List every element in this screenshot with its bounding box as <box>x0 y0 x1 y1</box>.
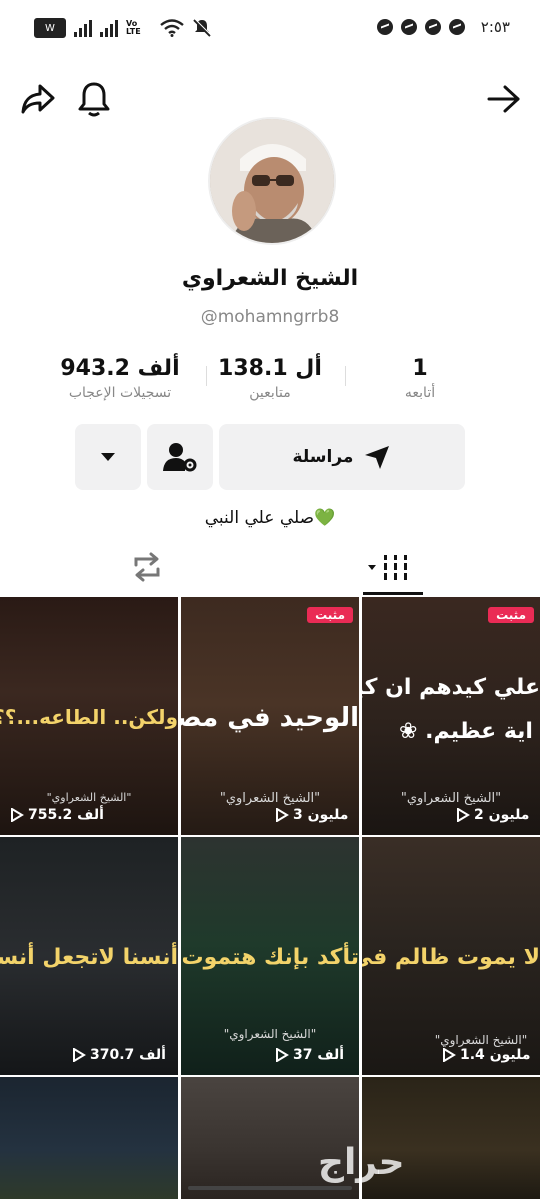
followers-count: 138.1 أل <box>218 356 322 381</box>
play-icon <box>457 808 470 822</box>
video-views: 755.2 ألف <box>10 807 104 823</box>
videos-tab[interactable] <box>366 553 412 583</box>
video-source-text: "الشيخ الشعراوي" <box>400 791 502 806</box>
username: @mohamngrrb8 <box>200 307 340 327</box>
video-overlay-text: أنسنا لاتجعل أنسنا إلا <box>0 945 178 970</box>
likes-stat[interactable]: 943.2 ألف تسجيلات الإعجاب <box>40 356 200 401</box>
video-views: 1.4 مليون <box>442 1047 531 1063</box>
video-thumbnail[interactable]: ولكن.. الطاعه...؟؟ "الشيخ الشعراوي" 755.… <box>0 597 178 835</box>
following-stat[interactable]: 1 أتابعه <box>380 356 460 401</box>
messenger-icon <box>400 19 417 35</box>
status-right-icons: ٢:٥٣ <box>376 18 510 36</box>
views-count: 3 مليون <box>293 807 349 823</box>
play-icon <box>11 808 24 822</box>
following-label: أتابعه <box>404 385 436 401</box>
video-views: 370.7 ألف <box>72 1047 166 1063</box>
views-count: 37 ألف <box>293 1047 345 1063</box>
video-thumbnail[interactable]: تأكد بإنك هتموت "الشيخ الشعراوي" 37 ألف <box>181 837 359 1075</box>
views-count: 2 مليون <box>474 807 530 823</box>
messenger-icon <box>448 19 465 35</box>
send-icon <box>365 446 390 469</box>
likes-count: 943.2 ألف <box>60 356 180 381</box>
stat-divider <box>345 366 346 386</box>
video-overlay-text: علي كيدهم ان كيـ <box>362 675 540 700</box>
views-count: 755.2 ألف <box>28 807 104 823</box>
network-type: Vo LTE <box>126 19 141 36</box>
views-count: 370.7 ألف <box>90 1047 166 1063</box>
signal-icon <box>100 19 118 37</box>
bell-icon[interactable] <box>77 80 111 118</box>
messenger-icon <box>424 19 441 35</box>
video-overlay-text: لا يموت ظالم في الد <box>362 945 540 970</box>
back-arrow-icon[interactable] <box>486 84 522 114</box>
followers-label: متابعين <box>249 385 291 401</box>
video-overlay-text: تأكد بإنك هتموت <box>181 945 360 970</box>
video-thumbnail[interactable]: أنسنا لاتجعل أنسنا إلا 370.7 ألف <box>0 837 178 1075</box>
video-overlay-text: الوحيد في مصر <box>181 703 359 733</box>
video-overlay-text-line2: اية عظيم. ❀ <box>399 719 533 744</box>
carrier-badge: W <box>34 18 66 38</box>
pinned-badge: مثبت <box>488 607 534 623</box>
share-icon[interactable] <box>20 82 56 116</box>
video-overlay-text: ولكن.. الطاعه...؟؟ <box>0 705 178 729</box>
message-button-label: مراسلة <box>292 447 354 467</box>
active-tab-indicator <box>363 592 423 595</box>
views-count: 1.4 مليون <box>460 1047 531 1063</box>
video-views: 2 مليون <box>456 807 529 823</box>
video-thumbnail[interactable] <box>0 1077 178 1199</box>
display-name: الشيخ الشعراوي <box>181 266 359 291</box>
signal-icon <box>74 19 92 37</box>
repost-tab[interactable] <box>130 551 164 583</box>
video-views: 3 مليون <box>275 807 348 823</box>
home-indicator[interactable] <box>188 1186 352 1190</box>
wifi-icon <box>160 19 184 37</box>
messenger-icon <box>376 19 393 35</box>
following-count: 1 <box>412 356 428 381</box>
likes-label: تسجيلات الإعجاب <box>68 385 172 401</box>
pinned-badge: مثبت <box>307 607 353 623</box>
user-settings-icon <box>163 443 197 472</box>
avatar-image <box>210 119 334 243</box>
video-source-text: "الشيخ الشعراوي" <box>223 1027 317 1041</box>
more-dropdown-button[interactable] <box>75 424 141 490</box>
content-tabs <box>0 545 540 597</box>
video-thumbnail[interactable]: مثبت الوحيد في مصر "الشيخ الشعراوي" 3 مل… <box>181 597 359 835</box>
play-icon <box>73 1048 86 1062</box>
status-left-icons: W Vo LTE <box>34 18 212 38</box>
video-source-text: "الشيخ الشعراوي" <box>219 791 321 806</box>
watermark: حراج <box>318 1142 405 1183</box>
play-icon <box>443 1048 456 1062</box>
video-grid: ولكن.. الطاعه...؟؟ "الشيخ الشعراوي" 755.… <box>0 597 540 1199</box>
video-thumbnail[interactable]: لا يموت ظالم في الد "الشيخ الشعراوي" 1.4… <box>362 837 540 1075</box>
play-icon <box>276 1048 289 1062</box>
video-source-text: "الشيخ الشعراوي" <box>46 791 132 804</box>
avatar[interactable] <box>208 117 336 245</box>
suggested-accounts-button[interactable] <box>147 424 213 490</box>
status-bar: W Vo LTE ٢:٥٣ <box>0 0 540 62</box>
play-icon <box>276 808 289 822</box>
status-time: ٢:٥٣ <box>480 18 510 36</box>
video-thumbnail[interactable]: مثبت علي كيدهم ان كيـ اية عظيم. ❀ "الشيخ… <box>362 597 540 835</box>
video-source-text: "الشيخ الشعراوي" <box>434 1033 528 1047</box>
mute-icon <box>193 18 212 37</box>
video-views: 37 ألف <box>275 1047 344 1063</box>
bio: صلي علي النبي💚 <box>204 508 336 528</box>
message-button[interactable]: مراسلة <box>219 424 465 490</box>
stat-divider <box>206 366 207 386</box>
caret-down-icon <box>101 453 115 461</box>
followers-stat[interactable]: 138.1 أل متابعين <box>210 356 330 401</box>
